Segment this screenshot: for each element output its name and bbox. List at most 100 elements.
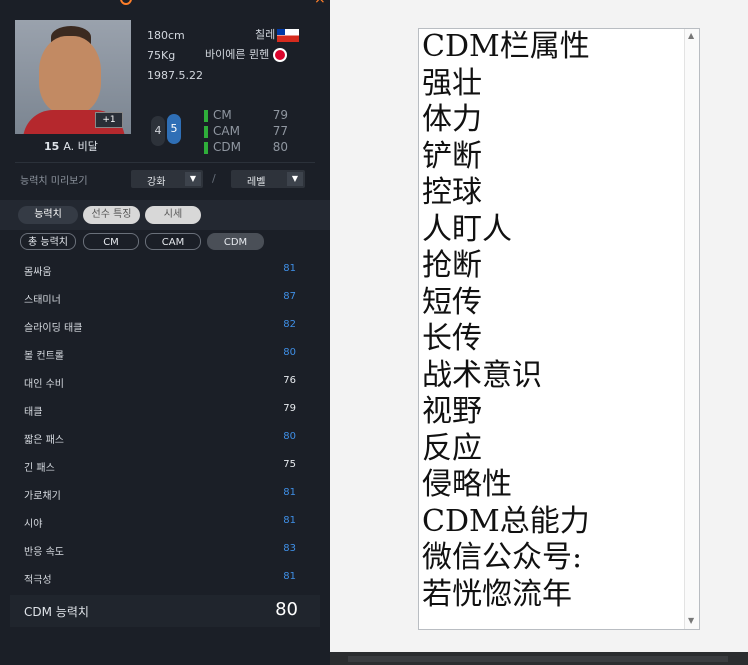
stat-value: 80 [283,431,296,442]
stat-value: 83 [283,543,296,554]
scroll-down-icon[interactable]: ▼ [688,616,694,625]
total-rating-row: CDM 능력치 80 [10,595,320,627]
total-rating-value: 80 [275,599,298,620]
level-dropdown-value: 레벨 [247,177,266,188]
note-line: CDM总能力 [422,503,590,539]
logo-icon [120,0,132,5]
player-name-line: 15 A. 비달 [44,138,98,154]
stat-value: 75 [283,459,296,470]
stat-list: 몸싸움 81 스태미너 87 슬라이딩 태클 82 볼 컨트롤 80 대인 수비 76 태클 79 짧은… [0,256,330,592]
vertical-scrollbar[interactable]: ▲ ▼ [684,29,699,629]
chile-flag-icon [277,28,300,42]
player-birthdate: 1987.5.22 [147,69,203,82]
notes-content: CDM栏属性 强壮 体力 铲断 控球 人盯人 抢断 短传 长传 战术意识 视野 反应 侵略性 CDM总能力… [422,29,590,613]
stat-row: 볼 컨트롤 80 [0,340,330,368]
position-value: 80 [272,140,288,154]
position-row-cam: CAM 77 [204,124,294,140]
note-line: 长传 [422,321,482,356]
position-ratings: CM 79 CAM 77 CDM 80 [204,108,294,156]
position-bar [204,142,208,154]
note-line: 人盯人 [422,211,512,247]
stat-row: 짧은 패스 80 [0,424,330,452]
note-line: 抢断 [422,248,482,283]
position-row-cm: CM 79 [204,108,294,124]
title-bar: × [0,0,330,10]
position-row-cdm: CDM 80 [204,140,294,156]
strong-foot-rating: 5 [167,114,181,144]
stat-value: 81 [283,571,296,582]
nation-name: 칠레 [255,28,276,41]
filter-cdm[interactable]: CDM [207,233,264,250]
note-line: CDM栏属性 [422,29,590,64]
filter-cam[interactable]: CAM [145,233,201,250]
note-line: 视野 [422,394,482,429]
note-line: 控球 [422,175,482,210]
club-name: 바이에른 뮌헨 [205,48,270,61]
stat-value: 81 [283,515,296,526]
stat-name: 적극성 [24,575,52,586]
position-value: 79 [272,108,288,122]
separator: / [212,172,216,185]
position-label: CAM [213,124,240,138]
stat-value: 81 [283,263,296,274]
player-weight: 75Kg [147,49,176,62]
divider [15,162,315,163]
taskbar-item [348,656,728,662]
filter-total[interactable]: 총 능력치 [20,233,76,250]
note-line: 微信公众号: [422,540,583,575]
stat-name: 반응 속도 [24,547,64,558]
note-line: 若恍惚流年 [422,576,572,612]
stat-row: 태클 79 [0,396,330,424]
stat-name: 스태미너 [24,295,61,306]
foot-ratings: 4 5 [147,106,187,150]
player-face [39,36,101,114]
stat-preview-label: 능력치 미리보기 [20,176,88,187]
player-photo: +1 [15,20,131,134]
player-nation: 칠레 [255,26,300,42]
stat-name: 몸싸움 [24,267,52,278]
tab-stats[interactable]: 능력치 [18,206,78,224]
note-line: 铲断 [422,138,482,174]
note-line: 反应 [422,430,482,466]
stat-name: 시야 [24,519,43,530]
stat-value: 79 [283,403,296,414]
player-card-panel: × +1 15A. 비달 180cm 75Kg 1987.5.22 칠레 바이에… [0,0,330,665]
stat-value: 76 [283,375,296,386]
position-value: 77 [272,124,288,138]
stat-row: 가로채기 81 [0,480,330,508]
tab-player-traits[interactable]: 선수 특징 [83,206,140,224]
tab-market-price[interactable]: 시세 [145,206,201,224]
player-club: 바이에른 뮌헨 [205,46,288,62]
enhance-dropdown[interactable]: 강화 ▼ [131,170,203,188]
stat-value: 81 [283,487,296,498]
stat-row: 반응 속도 83 [0,536,330,564]
chevron-down-icon: ▼ [185,172,201,186]
notes-textbox[interactable]: CDM栏属性 强壮 体力 铲断 控球 人盯人 抢断 短传 长传 战术意识 视野 反应 侵略性 CDM总能力… [418,28,700,630]
note-line: 短传 [422,284,482,320]
weak-foot-rating: 4 [151,116,165,146]
position-label: CDM [213,140,241,154]
upgrade-badge: +1 [95,112,123,128]
stat-row: 몸싸움 81 [0,256,330,284]
stat-name: 가로채기 [24,491,61,502]
level-dropdown[interactable]: 레벨 ▼ [231,170,305,188]
total-rating-label: CDM 능력치 [24,605,89,619]
stat-row: 대인 수비 76 [0,368,330,396]
note-line: 侵略性 [422,467,512,502]
stat-value: 87 [283,291,296,302]
note-line: 体力 [422,102,482,137]
note-line: 战术意识 [422,357,542,393]
stat-name: 긴 패스 [24,463,55,474]
scroll-up-icon[interactable]: ▲ [688,31,694,40]
taskbar-strip [330,652,748,665]
stat-row: 시야 81 [0,508,330,536]
stat-name: 슬라이딩 태클 [24,323,83,334]
close-icon[interactable]: × [314,0,326,7]
stat-name: 대인 수비 [24,379,64,390]
stat-row: 긴 패스 75 [0,452,330,480]
chevron-down-icon: ▼ [287,172,303,186]
player-info: 180cm 75Kg 1987.5.22 [147,26,203,86]
filter-cm[interactable]: CM [83,233,139,250]
position-bar [204,110,208,122]
note-line: 强壮 [422,65,482,101]
